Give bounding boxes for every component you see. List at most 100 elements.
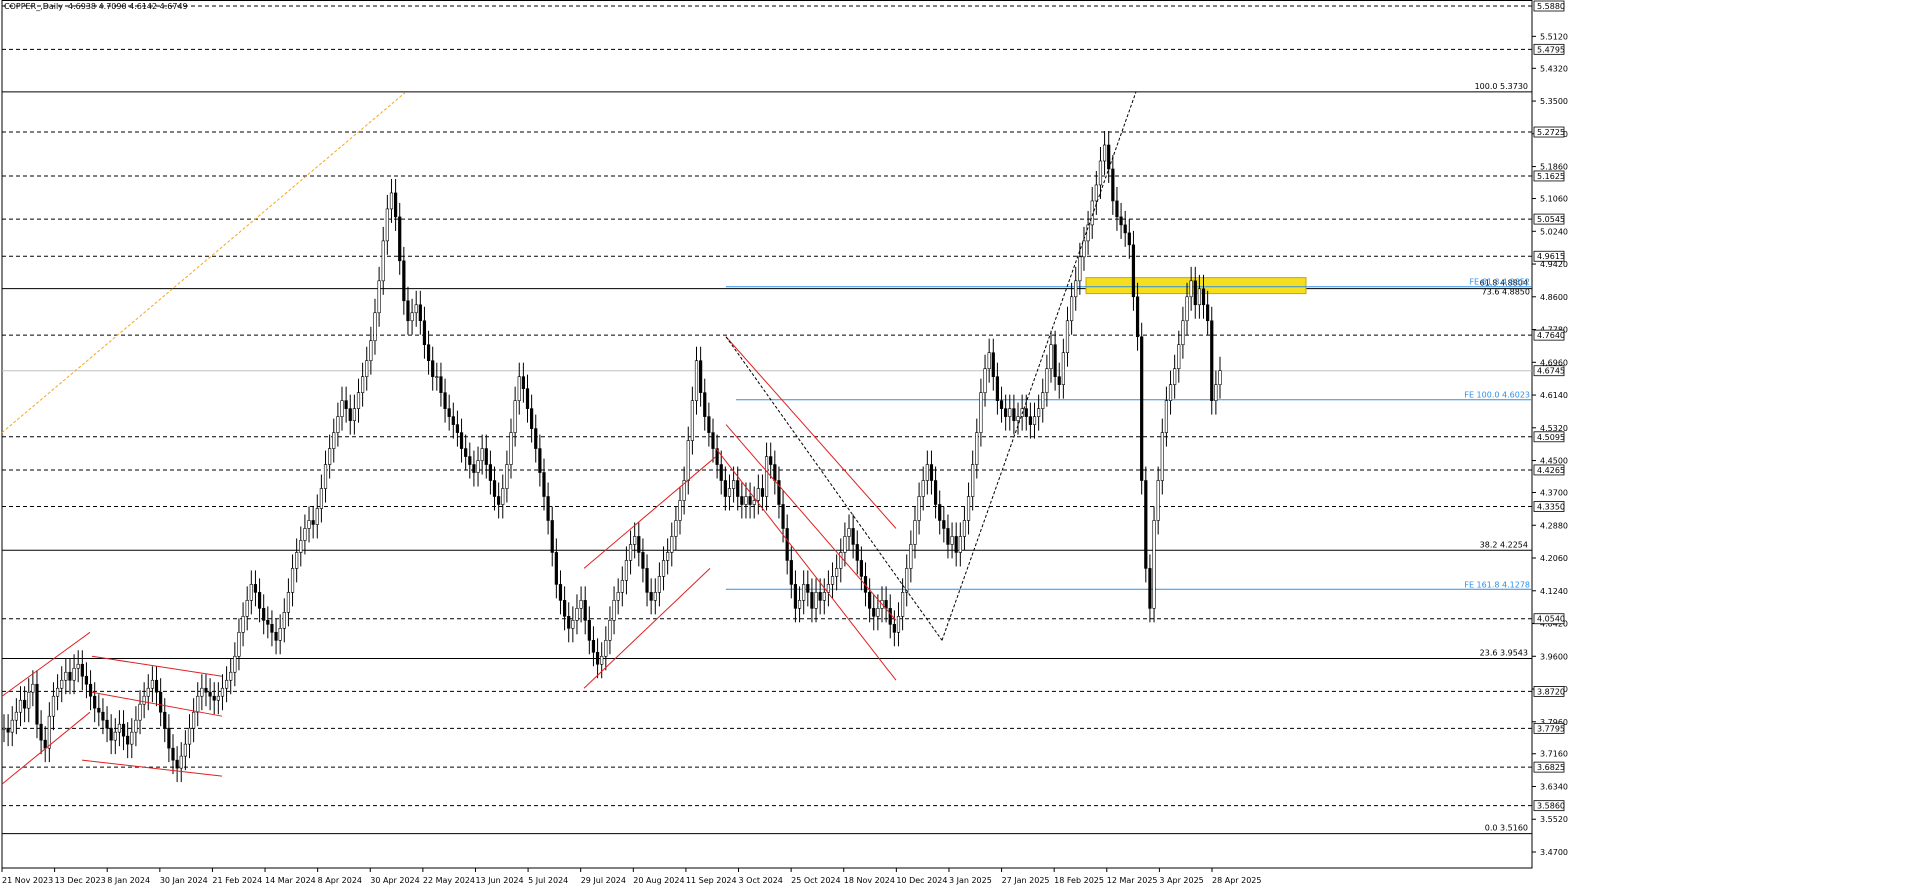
candle-body	[917, 496, 921, 521]
candle-body	[1012, 408, 1016, 421]
candle-body	[822, 592, 826, 601]
candle-body	[802, 584, 806, 601]
candle-body	[249, 584, 253, 601]
candle-body	[1115, 200, 1119, 218]
x-tick-label: 22 May 2024	[423, 876, 475, 885]
trend-channel-line	[81, 759, 223, 777]
chart-root[interactable]: COPPER_,Daily 4.6938 4.7090 4.6142 4.674…	[0, 0, 1916, 888]
candle-body	[88, 683, 93, 697]
candle-body	[472, 464, 476, 473]
candle-body	[459, 432, 464, 449]
candle-body	[468, 456, 472, 465]
candle-body	[51, 695, 56, 717]
candle-body	[835, 568, 839, 577]
price-tag-label: 5.1625	[1537, 172, 1565, 181]
candle-body	[389, 192, 394, 210]
candle-body	[311, 520, 315, 525]
candle-body	[1152, 520, 1156, 609]
price-tag-label: 4.5095	[1537, 433, 1565, 442]
candle-body	[183, 743, 187, 757]
y-tick-label: 5.1860	[1540, 163, 1568, 172]
candle-body	[439, 376, 443, 393]
price-tag-label: 4.4265	[1537, 466, 1565, 475]
candle-body	[525, 388, 530, 409]
candle-body	[1004, 408, 1008, 417]
candle-body	[929, 464, 934, 481]
candle-body	[1070, 296, 1074, 322]
candle-body	[731, 480, 736, 489]
candle-body	[451, 416, 455, 425]
candle-body	[979, 392, 983, 433]
x-tick-label: 3 Apr 2025	[1159, 876, 1203, 885]
candle-body	[562, 600, 567, 617]
candle-body	[1078, 256, 1082, 282]
x-tick-label: 21 Nov 2023	[2, 876, 53, 885]
candle-body	[612, 600, 616, 621]
price-tag-label: 4.7640	[1537, 331, 1565, 340]
candle-body	[843, 536, 847, 553]
fib-retracement-label: 38.2 4.2254	[1480, 540, 1528, 549]
candle-body	[224, 679, 229, 689]
y-tick-label: 5.1060	[1540, 195, 1568, 204]
candle-body	[600, 655, 604, 665]
y-tick-label: 4.1240	[1540, 587, 1568, 596]
candle-body	[550, 520, 554, 553]
y-tick-label: 3.4700	[1540, 848, 1568, 857]
candle-body	[1053, 344, 1057, 377]
x-tick-label: 11 Sep 2024	[686, 876, 737, 885]
candle-body	[991, 352, 995, 377]
candle-body	[480, 448, 484, 461]
candle-body	[1032, 416, 1037, 425]
candle-body	[1098, 160, 1103, 186]
zigzag-line	[941, 91, 1137, 641]
x-tick-label: 8 Jan 2024	[107, 876, 150, 885]
candle-body	[1140, 336, 1144, 481]
candle-body	[1049, 344, 1053, 369]
fib-expansion-label: FE 61.8 4.8852	[1469, 278, 1530, 287]
candle-body	[748, 496, 752, 505]
candle-body	[571, 620, 575, 629]
candle-body	[839, 552, 843, 569]
candle-body	[216, 695, 220, 701]
fib-retracement-label: 23.6 3.9543	[1480, 649, 1528, 658]
candle-body	[241, 616, 245, 633]
candle-body	[711, 432, 715, 449]
candle-body	[159, 691, 163, 713]
candle-body	[703, 392, 707, 417]
candle-body	[773, 464, 777, 481]
candle-body	[756, 488, 760, 501]
candle-body	[736, 480, 740, 497]
candle-body	[138, 703, 142, 721]
price-chart[interactable]: 5.51205.43205.35005.26805.18605.10605.02…	[0, 0, 1916, 888]
candle-body	[501, 488, 505, 505]
candle-body	[1177, 344, 1181, 369]
y-tick-label: 5.0240	[1540, 227, 1568, 236]
candle-body	[121, 723, 126, 737]
y-tick-label: 4.3700	[1540, 489, 1568, 498]
symbol-info: COPPER_,Daily 4.6938 4.7090 4.6142 4.674…	[4, 2, 188, 11]
x-tick-label: 25 Oct 2024	[791, 876, 840, 885]
candle-body	[1065, 320, 1070, 354]
candle-body	[633, 536, 637, 545]
price-tag-label: 3.7795	[1537, 724, 1565, 733]
candle-body	[608, 620, 612, 641]
x-tick-label: 10 Dec 2024	[896, 876, 947, 885]
candle-body	[901, 592, 905, 617]
candle-body	[43, 739, 47, 749]
candle-body	[694, 360, 699, 401]
candle-body	[134, 719, 138, 733]
candle-body	[983, 368, 987, 393]
x-tick-label: 21 Feb 2024	[212, 876, 262, 885]
candle-body	[406, 300, 410, 322]
candle-body	[39, 723, 43, 741]
y-tick-label: 4.4500	[1540, 457, 1568, 466]
candle-body	[167, 727, 171, 749]
candle-body	[1156, 480, 1160, 521]
price-tag-label: 5.4795	[1537, 45, 1565, 54]
candle-body	[1037, 408, 1041, 417]
candle-body	[340, 400, 344, 417]
y-tick-label: 5.5120	[1540, 32, 1568, 41]
y-tick-label: 3.9600	[1540, 652, 1568, 661]
candle-body	[925, 464, 929, 481]
candle-body	[670, 536, 674, 553]
